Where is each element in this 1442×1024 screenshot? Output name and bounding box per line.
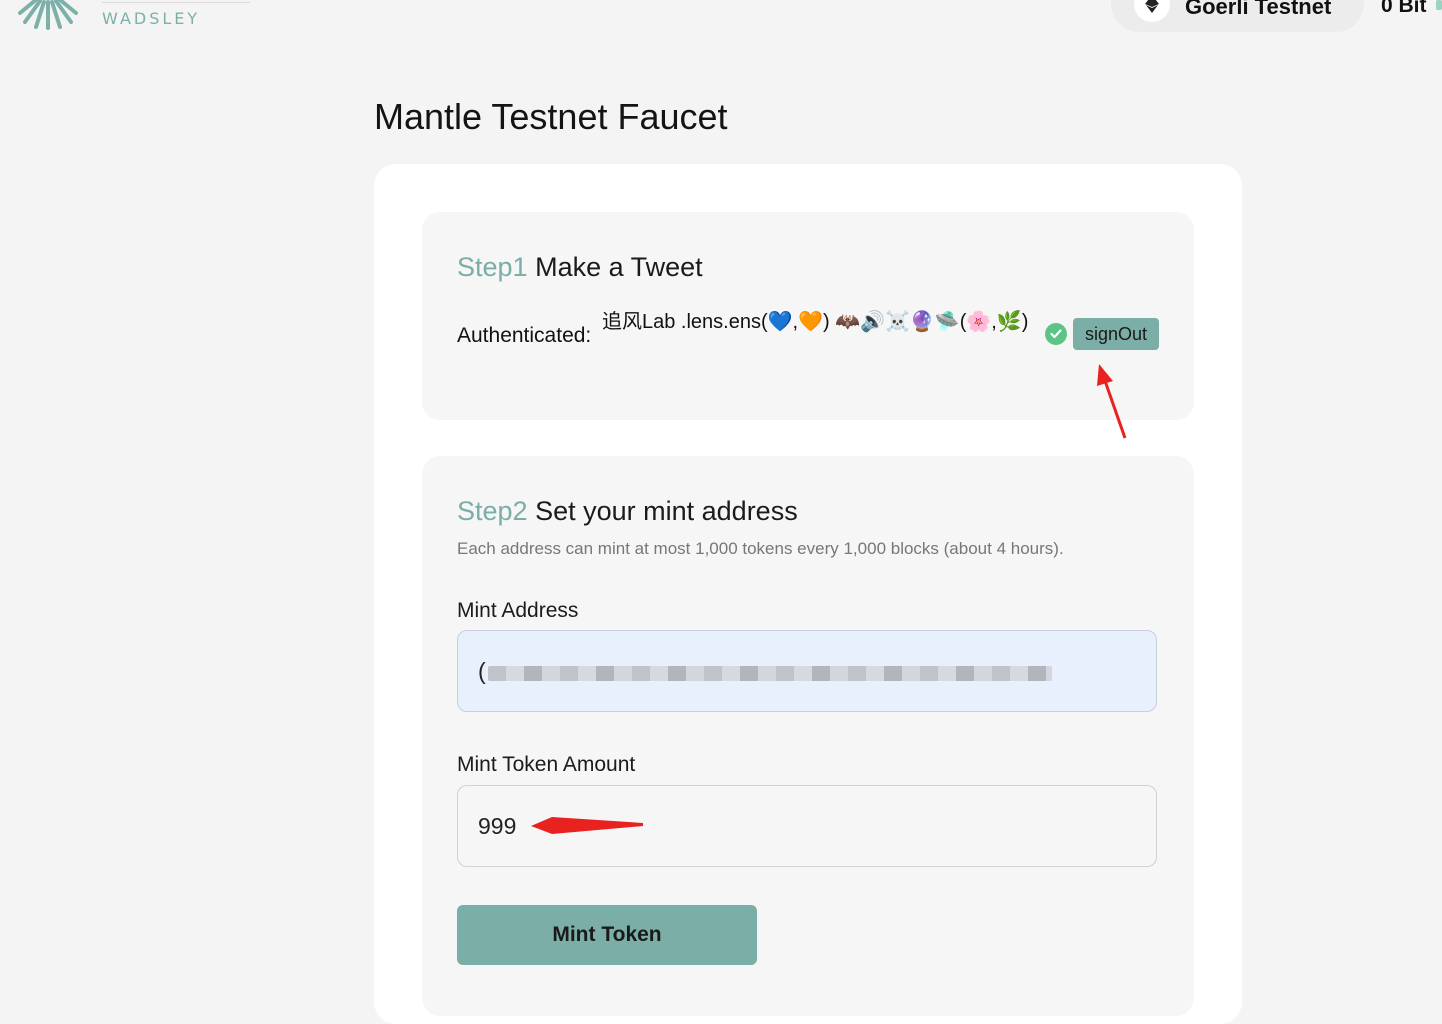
step1-heading: Step1 Make a Tweet (457, 252, 703, 283)
mint-amount-label: Mint Token Amount (457, 753, 636, 776)
signout-button[interactable]: signOut (1073, 318, 1159, 350)
mint-limit-description: Each address can mint at most 1,000 toke… (457, 539, 1064, 558)
logo-text: WADSLEY (102, 9, 201, 28)
logo-icon[interactable] (16, 0, 80, 32)
step2-number: Step2 (457, 496, 528, 526)
address-redaction (488, 666, 1052, 681)
authenticated-label: Authenticated: (457, 324, 592, 347)
step1-card: Step1 Make a Tweet Authenticated: 追风Lab … (422, 212, 1194, 420)
step1-number: Step1 (457, 252, 528, 282)
account-button-edge[interactable] (1436, 0, 1442, 10)
network-label: Goerli Testnet (1185, 0, 1332, 19)
step2-title: Set your mint address (535, 496, 798, 526)
authenticated-user: 追风Lab .lens.ens(💙,🧡) 🦇🔊☠️🔮🛸(🌸,🌿) (602, 311, 1029, 333)
page-title: Mantle Testnet Faucet (374, 96, 728, 137)
mint-address-label: Mint Address (457, 599, 579, 622)
step2-heading: Step2 Set your mint address (457, 496, 798, 527)
header-divider (102, 2, 250, 3)
balance-display[interactable]: 0 Bit (1381, 0, 1427, 18)
check-badge-icon (1045, 323, 1067, 345)
step1-title: Make a Tweet (535, 252, 703, 282)
step2-card: Step2 Set your mint address Each address… (422, 456, 1194, 1016)
mint-amount-input[interactable] (457, 785, 1157, 867)
mint-token-button[interactable]: Mint Token (457, 905, 757, 965)
